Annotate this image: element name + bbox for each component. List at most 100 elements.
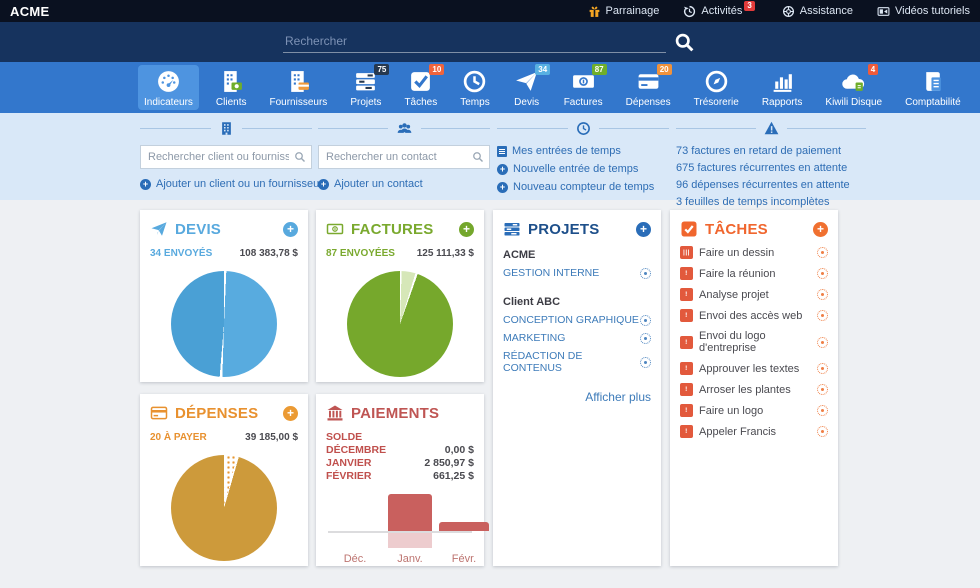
clock-icon (576, 121, 591, 136)
priority-icon: ! (680, 383, 693, 396)
x-axis-label: Févr. (442, 553, 486, 565)
nav-item-kiwili-disque[interactable]: 4 Kiwili Disque (819, 65, 888, 110)
task-link[interactable]: Faire un logo (699, 405, 811, 417)
task-link[interactable]: Arroser les plantes (699, 384, 811, 396)
depenses-count: 20 À PAYER (150, 432, 207, 443)
task-link[interactable]: Faire la réunion (699, 268, 811, 280)
nav-item-projets[interactable]: 75 Projets (344, 65, 387, 110)
project-link[interactable]: MARKETING (503, 332, 565, 344)
task-link[interactable]: Analyse projet (699, 289, 811, 301)
project-link[interactable]: CONCEPTION GRAPHIQUE (503, 314, 639, 326)
alert-recurring-expenses[interactable]: 96 dépenses récurrentes en attente (676, 179, 866, 191)
show-more-link[interactable]: Afficher plus (503, 390, 651, 404)
timer-icon[interactable] (640, 333, 651, 344)
factures-amount: 125 111,33 $ (417, 248, 474, 259)
timer-icon[interactable] (817, 384, 828, 395)
menu-parrainage[interactable]: Parrainage (588, 5, 660, 18)
task-row: !Envoi du logo d'entreprise (680, 330, 828, 354)
nav-item-taches[interactable]: 10 Tâches (398, 65, 443, 110)
new-time-entry-link[interactable]: +Nouvelle entrée de temps (497, 163, 669, 175)
task-link[interactable]: Envoi des accès web (699, 310, 811, 322)
priority-icon: ! (680, 362, 693, 375)
factures-pie-chart (347, 271, 453, 377)
timer-icon[interactable] (640, 268, 651, 279)
alert-incomplete-timesheets[interactable]: 3 feuilles de temps incomplètes (676, 196, 866, 208)
alert-late-invoices[interactable]: 73 factures en retard de paiement (676, 145, 866, 157)
add-devis-button[interactable]: + (283, 222, 298, 237)
global-search-bar (0, 22, 980, 62)
timer-icon[interactable] (817, 405, 828, 416)
my-time-entries-link[interactable]: Mes entrées de temps (497, 145, 669, 157)
add-depense-button[interactable]: + (283, 406, 298, 421)
cloud-icon (840, 69, 867, 94)
plus-circle-icon: + (497, 164, 508, 175)
timer-icon[interactable] (817, 337, 828, 348)
search-icon[interactable] (674, 32, 695, 53)
task-link[interactable]: Faire un dessin (699, 247, 811, 259)
payment-bar (439, 522, 489, 531)
month-amount: 2 850,97 $ (424, 457, 474, 470)
task-link[interactable]: Approuver les textes (699, 363, 811, 375)
nav-item-rapports[interactable]: Rapports (756, 65, 809, 110)
contact-search-input[interactable] (318, 145, 490, 169)
factures-card-title: FACTURES (351, 221, 433, 238)
menu-activites[interactable]: Activités 3 (683, 5, 757, 18)
brand-logo: ACME (10, 4, 49, 19)
timer-icon[interactable] (640, 357, 651, 368)
devis-card-title: DEVIS (175, 221, 221, 238)
nav-item-factures[interactable]: 87 Factures (558, 65, 609, 110)
projets-card-title: PROJETS (528, 221, 599, 238)
clients-building-icon (219, 69, 244, 94)
clock-icon (462, 69, 487, 94)
task-link[interactable]: Envoi du logo d'entreprise (699, 330, 811, 354)
add-projet-button[interactable]: + (636, 222, 651, 237)
paiements-card: PAIEMENTS SOLDE DÉCEMBRE0,00 $ JANVIER2 … (316, 394, 484, 566)
building-icon (219, 121, 234, 136)
quick-access-panel: +Ajouter un client ou un fournisseur +Aj… (0, 113, 980, 200)
client-name: ACME (503, 249, 651, 261)
task-row: !Analyse projet (680, 288, 828, 301)
nav-item-indicateurs[interactable]: Indicateurs (138, 65, 199, 110)
project-link[interactable]: RÉDACTION DE CONTENUS (503, 350, 640, 374)
timer-icon[interactable] (817, 363, 828, 374)
nav-item-clients[interactable]: Clients (210, 65, 253, 110)
timer-icon[interactable] (817, 289, 828, 300)
menu-videos-tutoriels[interactable]: Vidéos tutoriels (877, 5, 970, 18)
task-link[interactable]: Appeler Francis (699, 426, 811, 438)
nav-item-depenses[interactable]: 20 Dépenses (620, 65, 677, 110)
client-supplier-search-input[interactable] (140, 145, 312, 169)
project-link[interactable]: GESTION INTERNE (503, 267, 599, 279)
task-row: |||Faire un dessin (680, 246, 828, 259)
add-contact-link[interactable]: +Ajouter un contact (318, 178, 490, 190)
plus-circle-icon: + (318, 179, 329, 190)
timer-icon[interactable] (640, 315, 651, 326)
warning-triangle-icon (764, 121, 779, 135)
add-client-supplier-link[interactable]: +Ajouter un client ou un fournisseur (140, 178, 312, 190)
nav-item-comptabilite[interactable]: Comptabilité (899, 65, 967, 110)
global-search-input[interactable] (283, 30, 666, 53)
month-label: JANVIER (326, 457, 372, 470)
nav-item-tresorerie[interactable]: Trésorerie (688, 65, 745, 110)
timer-icon[interactable] (817, 426, 828, 437)
timer-icon[interactable] (817, 310, 828, 321)
nav-item-fournisseurs[interactable]: Fournisseurs (264, 65, 334, 110)
nav-item-devis[interactable]: 34 Devis (507, 65, 547, 110)
add-tache-button[interactable]: + (813, 222, 828, 237)
payment-bar-overflow (388, 533, 432, 548)
alert-recurring-invoices[interactable]: 675 factures récurrentes en attente (676, 162, 866, 174)
timer-icon[interactable] (817, 268, 828, 279)
top-bar: ACME Parrainage Activités 3 Assistance V… (0, 0, 980, 22)
topbar-menu: Parrainage Activités 3 Assistance Vidéos… (588, 5, 970, 18)
menu-assistance[interactable]: Assistance (782, 5, 853, 18)
quick-alerts-column: 73 factures en retard de paiement 675 fa… (676, 119, 866, 213)
new-time-counter-link[interactable]: +Nouveau compteur de temps (497, 181, 669, 193)
month-amount: 661,25 $ (433, 470, 474, 483)
nav-item-temps[interactable]: Temps (454, 65, 495, 110)
projets-badge: 75 (374, 64, 389, 75)
timer-icon[interactable] (817, 247, 828, 258)
project-row: CONCEPTION GRAPHIQUE (503, 314, 651, 326)
search-icon (472, 151, 484, 163)
quick-contacts-column: +Ajouter un contact (318, 119, 490, 190)
add-facture-button[interactable]: + (459, 222, 474, 237)
factures-card: FACTURES + 87 ENVOYÉES 125 111,33 $ (316, 210, 484, 382)
